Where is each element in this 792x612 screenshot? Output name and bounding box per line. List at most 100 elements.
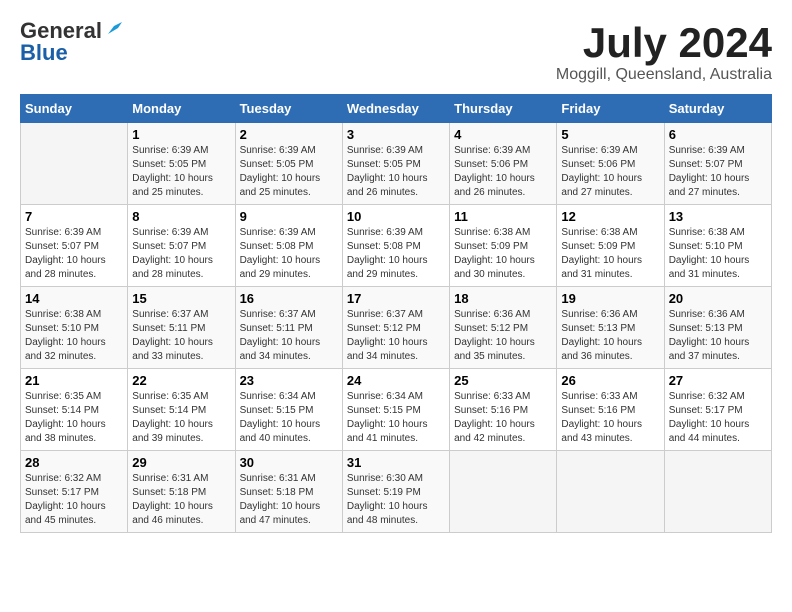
cell-content: Sunrise: 6:39 AM Sunset: 5:05 PM Dayligh… (132, 144, 230, 200)
day-header-sunday: Sunday (21, 95, 128, 123)
cell-content: Sunrise: 6:36 AM Sunset: 5:13 PM Dayligh… (669, 308, 767, 364)
cell-content: Sunrise: 6:35 AM Sunset: 5:14 PM Dayligh… (25, 390, 123, 446)
logo: General Blue (20, 20, 122, 65)
day-number: 7 (25, 209, 123, 224)
calendar-cell: 22Sunrise: 6:35 AM Sunset: 5:14 PM Dayli… (128, 369, 235, 451)
calendar-cell: 15 Sunrise: 6:37 AM Sunset: 5:11 PM Dayli… (128, 287, 235, 369)
calendar-week-row: 28 Sunrise: 6:32 AM Sunset: 5:17 PM Dayli… (21, 451, 772, 533)
cell-content: Sunrise: 6:38 AM Sunset: 5:10 PM Dayligh… (25, 308, 123, 364)
day-number: 9 (240, 209, 338, 224)
cell-content: Sunrise: 6:33 AM Sunset: 5:16 PM Dayligh… (454, 390, 552, 446)
cell-content: Sunrise: 6:31 AM Sunset: 5:18 PM Dayligh… (240, 472, 338, 528)
logo-general: General (20, 20, 102, 42)
day-number: 10 (347, 209, 445, 224)
cell-content: Sunrise: 6:39 AM Sunset: 5:08 PM Dayligh… (347, 226, 445, 282)
day-number: 17 (347, 291, 445, 306)
day-number: 21 (25, 373, 123, 388)
cell-content: Sunrise: 6:38 AM Sunset: 5:09 PM Dayligh… (561, 226, 659, 282)
cell-content: Sunrise: 6:37 AM Sunset: 5:11 PM Dayligh… (240, 308, 338, 364)
location-subtitle: Moggill, Queensland, Australia (556, 66, 772, 84)
calendar-cell: 21 Sunrise: 6:35 AM Sunset: 5:14 PM Dayli… (21, 369, 128, 451)
calendar-table: SundayMondayTuesdayWednesdayThursdayFrid… (20, 94, 772, 533)
calendar-cell (21, 123, 128, 205)
cell-content: Sunrise: 6:37 AM Sunset: 5:11 PM Dayligh… (132, 308, 230, 364)
calendar-cell: 16 Sunrise: 6:37 AM Sunset: 5:11 PM Dayli… (235, 287, 342, 369)
calendar-week-row: 1 Sunrise: 6:39 AM Sunset: 5:05 PM Daylig… (21, 123, 772, 205)
cell-content: Sunrise: 6:33 AM Sunset: 5:16 PM Dayligh… (561, 390, 659, 446)
calendar-cell: 11Sunrise: 6:38 AM Sunset: 5:09 PM Dayli… (450, 205, 557, 287)
calendar-cell: 23Sunrise: 6:34 AM Sunset: 5:15 PM Dayli… (235, 369, 342, 451)
calendar-cell: 19 Sunrise: 6:36 AM Sunset: 5:13 PM Dayli… (557, 287, 664, 369)
day-number: 29 (132, 455, 230, 470)
day-number: 30 (240, 455, 338, 470)
cell-content: Sunrise: 6:39 AM Sunset: 5:07 PM Dayligh… (25, 226, 123, 282)
cell-content: Sunrise: 6:38 AM Sunset: 5:10 PM Dayligh… (669, 226, 767, 282)
day-number: 28 (25, 455, 123, 470)
day-header-saturday: Saturday (664, 95, 771, 123)
cell-content: Sunrise: 6:39 AM Sunset: 5:07 PM Dayligh… (669, 144, 767, 200)
month-year-title: July 2024 (556, 20, 772, 66)
day-number: 18 (454, 291, 552, 306)
day-number: 1 (132, 127, 230, 142)
cell-content: Sunrise: 6:39 AM Sunset: 5:07 PM Dayligh… (132, 226, 230, 282)
cell-content: Sunrise: 6:39 AM Sunset: 5:05 PM Dayligh… (347, 144, 445, 200)
day-number: 5 (561, 127, 659, 142)
calendar-cell: 28 Sunrise: 6:32 AM Sunset: 5:17 PM Dayli… (21, 451, 128, 533)
day-number: 16 (240, 291, 338, 306)
calendar-cell: 20Sunrise: 6:36 AM Sunset: 5:13 PM Dayli… (664, 287, 771, 369)
day-header-wednesday: Wednesday (342, 95, 449, 123)
title-block: July 2024 Moggill, Queensland, Australia (556, 20, 772, 84)
calendar-cell: 5Sunrise: 6:39 AM Sunset: 5:06 PM Daylig… (557, 123, 664, 205)
calendar-cell: 4 Sunrise: 6:39 AM Sunset: 5:06 PM Daylig… (450, 123, 557, 205)
day-header-friday: Friday (557, 95, 664, 123)
cell-content: Sunrise: 6:36 AM Sunset: 5:12 PM Dayligh… (454, 308, 552, 364)
calendar-cell: 3Sunrise: 6:39 AM Sunset: 5:05 PM Daylig… (342, 123, 449, 205)
logo-bird-icon (104, 20, 122, 38)
calendar-week-row: 7 Sunrise: 6:39 AM Sunset: 5:07 PM Daylig… (21, 205, 772, 287)
calendar-cell: 10 Sunrise: 6:39 AM Sunset: 5:08 PM Dayli… (342, 205, 449, 287)
cell-content: Sunrise: 6:39 AM Sunset: 5:06 PM Dayligh… (454, 144, 552, 200)
cell-content: Sunrise: 6:34 AM Sunset: 5:15 PM Dayligh… (240, 390, 338, 446)
day-number: 26 (561, 373, 659, 388)
calendar-cell: 1 Sunrise: 6:39 AM Sunset: 5:05 PM Daylig… (128, 123, 235, 205)
day-header-tuesday: Tuesday (235, 95, 342, 123)
cell-content: Sunrise: 6:32 AM Sunset: 5:17 PM Dayligh… (25, 472, 123, 528)
calendar-cell: 27Sunrise: 6:32 AM Sunset: 5:17 PM Dayli… (664, 369, 771, 451)
day-number: 24 (347, 373, 445, 388)
calendar-cell: 26 Sunrise: 6:33 AM Sunset: 5:16 PM Dayli… (557, 369, 664, 451)
calendar-cell: 17 Sunrise: 6:37 AM Sunset: 5:12 PM Dayli… (342, 287, 449, 369)
day-number: 2 (240, 127, 338, 142)
calendar-cell: 25Sunrise: 6:33 AM Sunset: 5:16 PM Dayli… (450, 369, 557, 451)
cell-content: Sunrise: 6:39 AM Sunset: 5:08 PM Dayligh… (240, 226, 338, 282)
calendar-header-row: SundayMondayTuesdayWednesdayThursdayFrid… (21, 95, 772, 123)
logo-blue: Blue (20, 40, 68, 65)
day-number: 4 (454, 127, 552, 142)
calendar-cell: 12 Sunrise: 6:38 AM Sunset: 5:09 PM Dayli… (557, 205, 664, 287)
calendar-cell: 2 Sunrise: 6:39 AM Sunset: 5:05 PM Daylig… (235, 123, 342, 205)
calendar-cell: 6Sunrise: 6:39 AM Sunset: 5:07 PM Daylig… (664, 123, 771, 205)
day-number: 31 (347, 455, 445, 470)
day-number: 12 (561, 209, 659, 224)
cell-content: Sunrise: 6:39 AM Sunset: 5:05 PM Dayligh… (240, 144, 338, 200)
calendar-cell: 14 Sunrise: 6:38 AM Sunset: 5:10 PM Dayli… (21, 287, 128, 369)
calendar-cell: 29 Sunrise: 6:31 AM Sunset: 5:18 PM Dayli… (128, 451, 235, 533)
day-number: 8 (132, 209, 230, 224)
calendar-cell: 30 Sunrise: 6:31 AM Sunset: 5:18 PM Dayli… (235, 451, 342, 533)
calendar-cell: 31 Sunrise: 6:30 AM Sunset: 5:19 PM Dayli… (342, 451, 449, 533)
cell-content: Sunrise: 6:38 AM Sunset: 5:09 PM Dayligh… (454, 226, 552, 282)
day-number: 19 (561, 291, 659, 306)
cell-content: Sunrise: 6:37 AM Sunset: 5:12 PM Dayligh… (347, 308, 445, 364)
calendar-cell: 8 Sunrise: 6:39 AM Sunset: 5:07 PM Daylig… (128, 205, 235, 287)
calendar-cell (557, 451, 664, 533)
cell-content: Sunrise: 6:34 AM Sunset: 5:15 PM Dayligh… (347, 390, 445, 446)
cell-content: Sunrise: 6:36 AM Sunset: 5:13 PM Dayligh… (561, 308, 659, 364)
day-number: 15 (132, 291, 230, 306)
day-number: 14 (25, 291, 123, 306)
calendar-week-row: 21 Sunrise: 6:35 AM Sunset: 5:14 PM Dayli… (21, 369, 772, 451)
cell-content: Sunrise: 6:31 AM Sunset: 5:18 PM Dayligh… (132, 472, 230, 528)
day-number: 13 (669, 209, 767, 224)
calendar-cell: 24 Sunrise: 6:34 AM Sunset: 5:15 PM Dayli… (342, 369, 449, 451)
cell-content: Sunrise: 6:32 AM Sunset: 5:17 PM Dayligh… (669, 390, 767, 446)
calendar-cell (664, 451, 771, 533)
cell-content: Sunrise: 6:30 AM Sunset: 5:19 PM Dayligh… (347, 472, 445, 528)
